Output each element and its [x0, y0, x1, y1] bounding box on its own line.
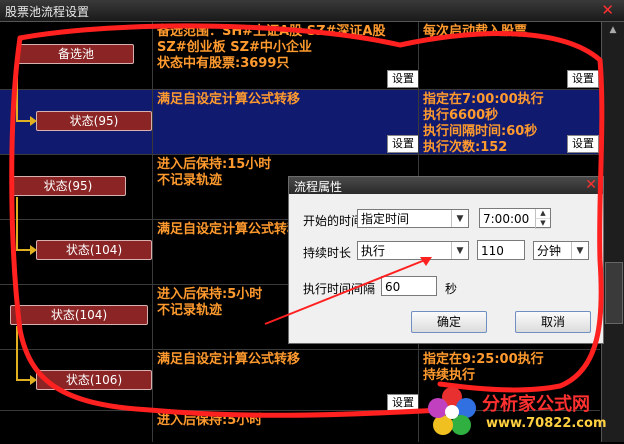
set-button[interactable]: 设置: [567, 70, 599, 88]
flow-node[interactable]: 状态(95): [36, 111, 152, 131]
condition-text: 进入后保持:5小时: [157, 413, 263, 428]
set-button[interactable]: 设置: [567, 135, 599, 153]
set-button[interactable]: 设置: [387, 135, 419, 153]
chevron-down-icon: ▼: [451, 242, 468, 259]
flower-logo-icon: [428, 387, 476, 435]
flow-node-pool[interactable]: 备选池: [18, 44, 134, 64]
duration-input[interactable]: 110: [477, 240, 525, 260]
flow-connector: [16, 66, 18, 121]
watermark-logo: 分析家公式网 www.70822.com: [424, 384, 624, 442]
window-title: 股票池流程设置: [5, 5, 90, 19]
start-time-label: 开始的时间: [303, 214, 364, 228]
start-time-input[interactable]: 7:00:00 ▲ ▼: [479, 208, 551, 229]
spin-up-icon[interactable]: ▲: [536, 209, 550, 219]
condition-text: 备选范围：SH#上证A股 SZ#深证A股 SZ#创业板 SZ#中小企业 状态中有…: [157, 24, 386, 71]
arrow-right-icon: [30, 116, 37, 126]
flow-connector: [16, 197, 18, 250]
spin-down-icon[interactable]: ▼: [536, 219, 550, 229]
dialog-close-icon[interactable]: ✕: [585, 177, 597, 193]
flow-connector: [16, 326, 18, 380]
interval-label: 执行时间间隔: [303, 282, 376, 296]
set-button[interactable]: 设置: [387, 394, 419, 412]
arrow-right-icon: [30, 245, 37, 255]
scroll-up-icon[interactable]: ▲: [605, 25, 621, 39]
interval-unit-label: 秒: [445, 282, 458, 296]
ok-button[interactable]: 确定: [411, 311, 487, 333]
watermark-url: www.70822.com: [486, 416, 607, 431]
watermark-name: 分析家公式网: [482, 394, 590, 415]
vertical-scrollbar[interactable]: ▲: [601, 22, 624, 442]
duration-label: 持续时长: [303, 246, 352, 260]
dialog-title: 流程属性: [294, 180, 343, 194]
condition-text: 满足自设定计算公式转移: [157, 352, 301, 367]
title-bar: 股票池流程设置 ✕: [0, 0, 624, 22]
interval-input[interactable]: 60: [381, 276, 437, 296]
time-spinner[interactable]: ▲ ▼: [535, 209, 550, 229]
duration-mode-select[interactable]: 执行 ▼: [357, 241, 469, 260]
chevron-down-icon: ▼: [451, 210, 468, 227]
arrow-right-icon: [30, 375, 37, 385]
duration-unit-select[interactable]: 分钟 ▼: [533, 241, 589, 260]
flow-node[interactable]: 状态(95): [10, 176, 126, 196]
flow-node[interactable]: 状态(106): [36, 370, 152, 390]
action-text: 指定在9:25:00执行 持续执行: [423, 352, 544, 383]
dialog-title-bar: 流程属性 ✕: [289, 177, 603, 194]
scroll-thumb[interactable]: [605, 262, 623, 324]
flow-node[interactable]: 状态(104): [10, 305, 148, 325]
flow-row-selected[interactable]: 状态(95) 满足自设定计算公式转移 设置 指定在7:00:00执行 执行660…: [0, 90, 600, 155]
flow-node[interactable]: 状态(104): [36, 240, 152, 260]
action-text: 每次启动载入股票: [423, 24, 528, 39]
condition-text: 满足自设定计算公式转移: [157, 92, 301, 107]
flow-row: 备选池 备选范围：SH#上证A股 SZ#深证A股 SZ#创业板 SZ#中小企业 …: [0, 22, 600, 90]
set-button[interactable]: 设置: [387, 70, 419, 88]
start-mode-select[interactable]: 指定时间 ▼: [357, 209, 469, 228]
close-icon[interactable]: ✕: [601, 1, 614, 19]
flow-properties-dialog: 流程属性 ✕ 开始的时间 指定时间 ▼ 7:00:00 ▲ ▼ 持续时长 执行 ▼…: [288, 176, 604, 344]
chevron-down-icon: ▼: [571, 242, 588, 259]
cancel-button[interactable]: 取消: [515, 311, 591, 333]
